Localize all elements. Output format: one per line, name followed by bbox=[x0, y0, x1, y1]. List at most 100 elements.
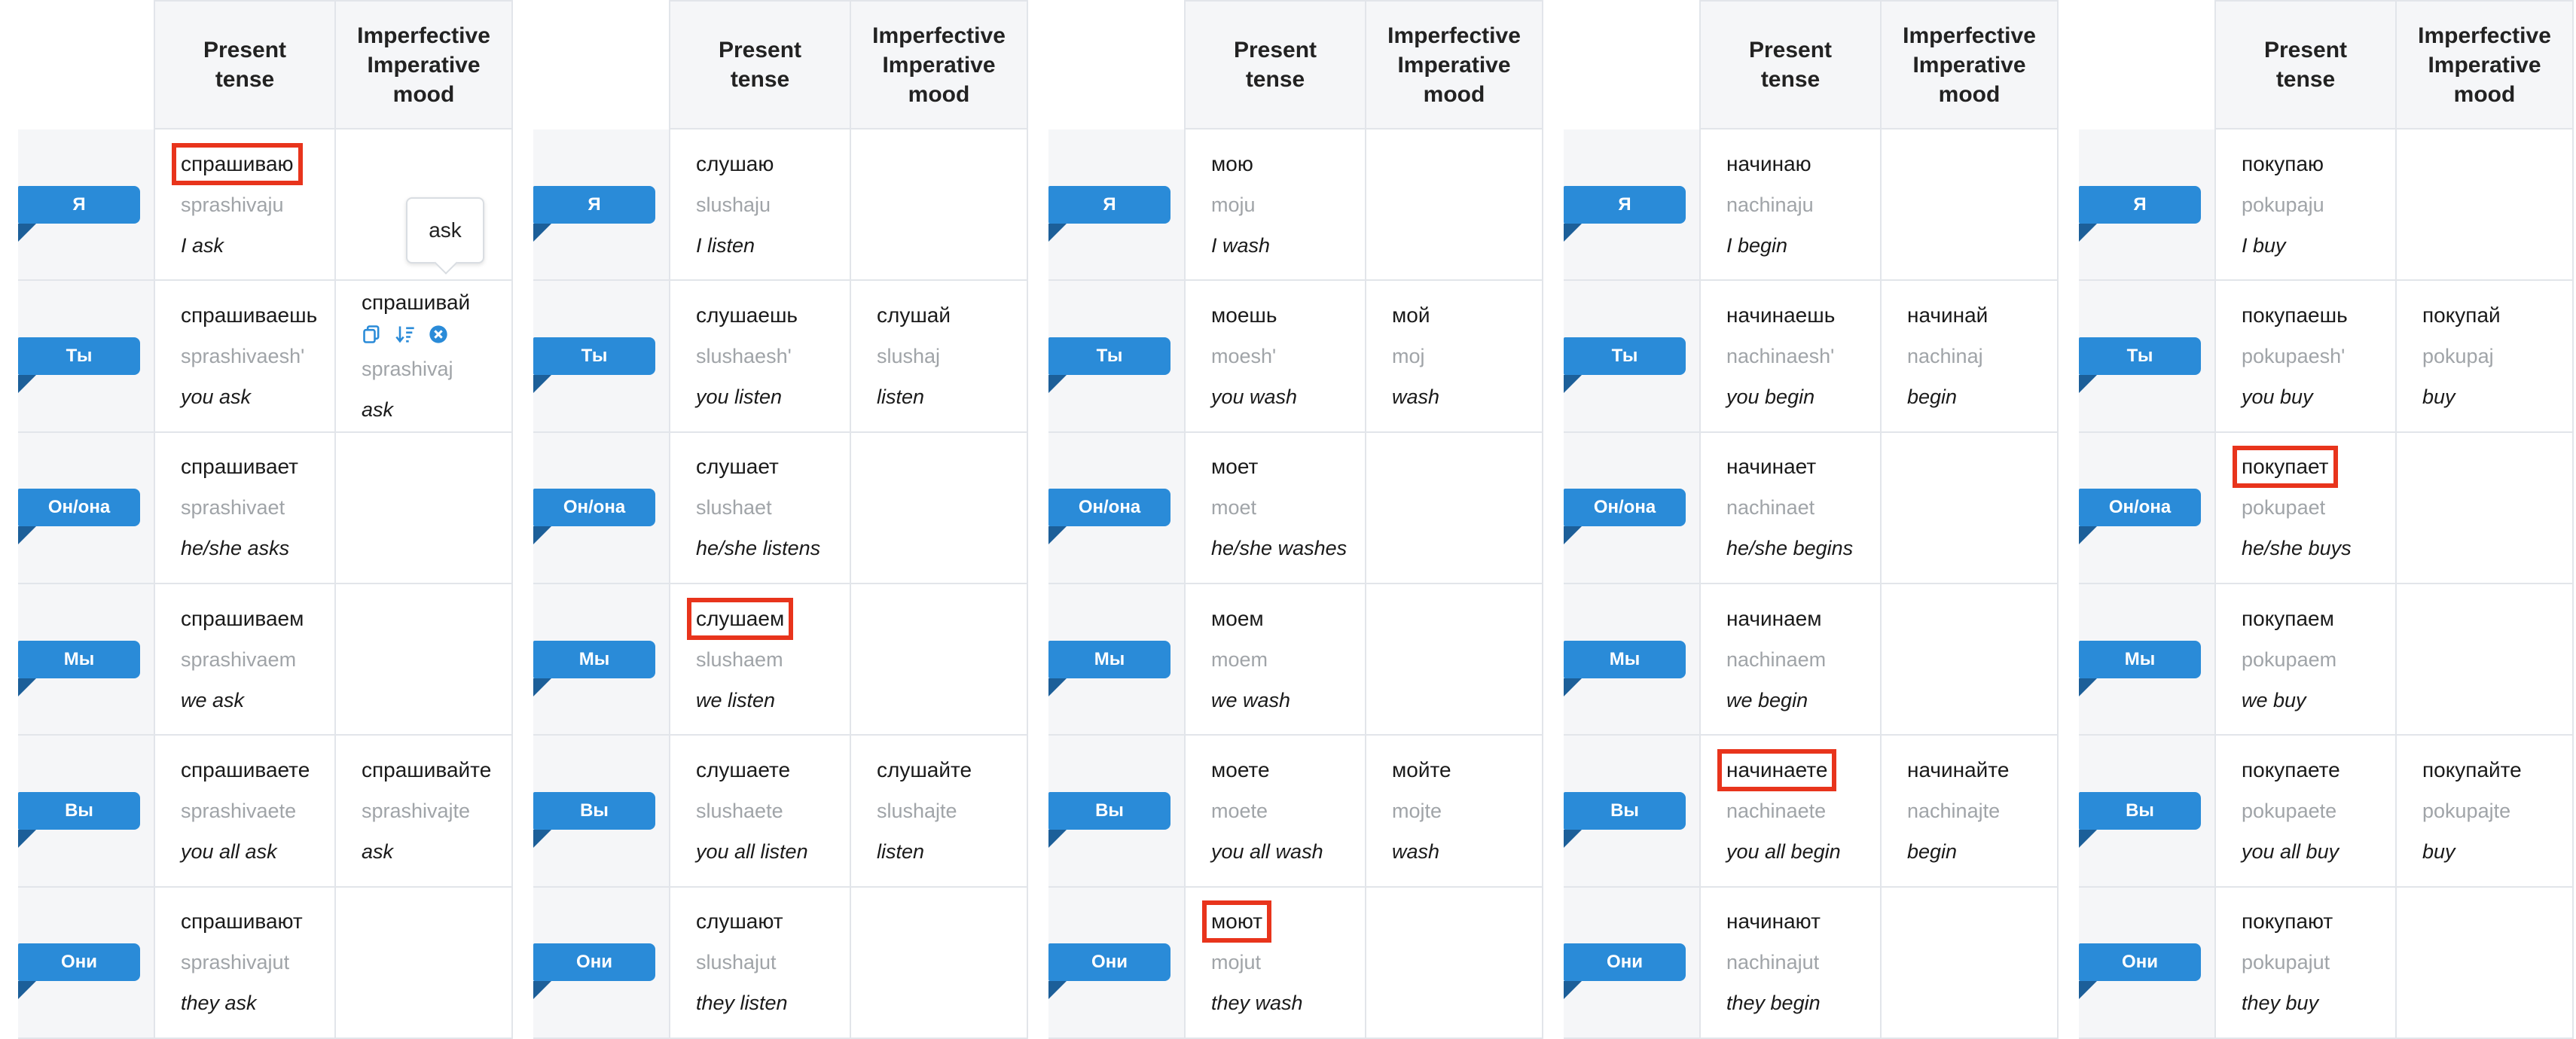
russian-form-text[interactable]: покупают bbox=[2242, 910, 2333, 933]
russian-form[interactable]: слушают bbox=[696, 910, 850, 934]
russian-form-text[interactable]: моете bbox=[1211, 758, 1270, 782]
russian-form-text[interactable]: спрашиваете bbox=[181, 758, 310, 782]
russian-form[interactable]: слушаю bbox=[696, 152, 850, 176]
russian-form-text[interactable]: спрашиваешь bbox=[181, 303, 317, 327]
russian-form-text[interactable]: слушают bbox=[696, 910, 783, 933]
copy-icon[interactable] bbox=[362, 324, 383, 345]
russian-form[interactable]: начинайте bbox=[1907, 758, 2057, 782]
russian-form[interactable]: начинай bbox=[1907, 303, 2057, 328]
russian-form[interactable]: слушайте bbox=[877, 758, 1027, 782]
pronoun-badge[interactable]: Они bbox=[1048, 943, 1170, 982]
russian-form-text[interactable]: слушает bbox=[696, 455, 779, 478]
pronoun-badge[interactable]: Они bbox=[18, 943, 140, 982]
russian-form-text[interactable]: слушайте bbox=[877, 758, 972, 782]
russian-form-text[interactable]: начинайте bbox=[1907, 758, 2009, 782]
pronoun-badge[interactable]: Вы bbox=[1564, 791, 1686, 830]
russian-form[interactable]: спрашивай bbox=[362, 291, 511, 315]
russian-form[interactable]: покупают bbox=[2242, 910, 2395, 934]
russian-form[interactable]: покупайте bbox=[2422, 758, 2572, 782]
russian-form[interactable]: моем bbox=[1211, 607, 1365, 631]
russian-form[interactable]: спрашиваем bbox=[181, 607, 334, 631]
russian-form-text[interactable]: покупаем bbox=[2242, 607, 2334, 630]
pronoun-badge[interactable]: Он/она bbox=[1048, 489, 1170, 527]
russian-form[interactable]: покупай bbox=[2422, 303, 2572, 328]
pronoun-badge[interactable]: Я bbox=[18, 185, 140, 224]
russian-form-text[interactable]: покупаю bbox=[2242, 152, 2324, 175]
sort-icon[interactable] bbox=[395, 324, 416, 345]
russian-form-text[interactable]: покупаешь bbox=[2242, 303, 2348, 327]
russian-form-text[interactable]: покупает bbox=[2233, 446, 2338, 489]
russian-form-text[interactable]: покупай bbox=[2422, 303, 2501, 327]
pronoun-badge[interactable]: Мы bbox=[1564, 640, 1686, 678]
pronoun-badge[interactable]: Ты bbox=[2079, 337, 2201, 375]
pronoun-badge[interactable]: Он/она bbox=[1564, 489, 1686, 527]
russian-form-text[interactable]: мой bbox=[1392, 303, 1430, 327]
russian-form[interactable]: слушай bbox=[877, 303, 1027, 328]
russian-form[interactable]: покупаете bbox=[2242, 758, 2395, 782]
russian-form-text[interactable]: моют bbox=[1201, 900, 1272, 943]
russian-form-text[interactable]: моем bbox=[1211, 607, 1264, 630]
russian-form-text[interactable]: начинаем bbox=[1726, 607, 1822, 630]
pronoun-badge[interactable]: Он/она bbox=[18, 489, 140, 527]
russian-form-text[interactable]: спрашивает bbox=[181, 455, 298, 478]
pronoun-badge[interactable]: Ты bbox=[18, 337, 140, 375]
pronoun-badge[interactable]: Мы bbox=[1048, 640, 1170, 678]
pronoun-badge[interactable]: Они bbox=[1564, 943, 1686, 982]
russian-form-text[interactable]: начинаю bbox=[1726, 152, 1811, 175]
russian-form[interactable]: моете bbox=[1211, 758, 1365, 782]
russian-form-text[interactable]: моет bbox=[1211, 455, 1258, 478]
russian-form-text[interactable]: начинаете bbox=[1717, 748, 1837, 791]
pronoun-badge[interactable]: Вы bbox=[1048, 791, 1170, 830]
pronoun-badge[interactable]: Я bbox=[2079, 185, 2201, 224]
russian-form-text[interactable]: покупаете bbox=[2242, 758, 2340, 782]
russian-form-text[interactable]: покупайте bbox=[2422, 758, 2522, 782]
russian-form[interactable]: спрашивайте bbox=[362, 758, 511, 782]
russian-form[interactable]: слушает bbox=[696, 455, 850, 479]
russian-form-text[interactable]: слушаете bbox=[696, 758, 790, 782]
pronoun-badge[interactable]: Он/она bbox=[2079, 489, 2201, 527]
russian-form[interactable]: мой bbox=[1392, 303, 1542, 328]
russian-form[interactable]: начинаю bbox=[1726, 152, 1880, 176]
russian-form[interactable]: покупаю bbox=[2242, 152, 2395, 176]
russian-form[interactable]: спрашивают bbox=[181, 910, 334, 934]
pronoun-badge[interactable]: Он/она bbox=[533, 489, 655, 527]
pronoun-badge[interactable]: Я bbox=[1564, 185, 1686, 224]
pronoun-badge[interactable]: Они bbox=[533, 943, 655, 982]
russian-form[interactable]: начинают bbox=[1726, 910, 1880, 934]
pronoun-badge[interactable]: Ты bbox=[1564, 337, 1686, 375]
russian-form-text[interactable]: начинаешь bbox=[1726, 303, 1835, 327]
russian-form[interactable]: начинаете bbox=[1717, 748, 1880, 791]
pronoun-badge[interactable]: Я bbox=[1048, 185, 1170, 224]
russian-form[interactable]: начинает bbox=[1726, 455, 1880, 479]
russian-form[interactable]: слушаем bbox=[686, 597, 850, 640]
russian-form-text[interactable]: спрашиваем bbox=[181, 607, 304, 630]
russian-form-text[interactable]: спрашивают bbox=[181, 910, 303, 933]
russian-form-text[interactable]: моешь bbox=[1211, 303, 1277, 327]
russian-form[interactable]: спрашиваю bbox=[172, 142, 334, 185]
russian-form[interactable]: спрашиваете bbox=[181, 758, 334, 782]
russian-form[interactable]: покупает bbox=[2233, 446, 2395, 489]
russian-form[interactable]: мою bbox=[1211, 152, 1365, 176]
russian-form[interactable]: спрашивает bbox=[181, 455, 334, 479]
russian-form[interactable]: начинаешь bbox=[1726, 303, 1880, 328]
russian-form[interactable]: моешь bbox=[1211, 303, 1365, 328]
pronoun-badge[interactable]: Ты bbox=[1048, 337, 1170, 375]
pronoun-badge[interactable]: Мы bbox=[2079, 640, 2201, 678]
russian-form[interactable]: моют bbox=[1201, 900, 1365, 943]
russian-form-text[interactable]: мою bbox=[1211, 152, 1253, 175]
pronoun-badge[interactable]: Вы bbox=[18, 791, 140, 830]
russian-form-text[interactable]: начинай bbox=[1907, 303, 1988, 327]
russian-form[interactable]: слушаете bbox=[696, 758, 850, 782]
close-circle-icon[interactable] bbox=[428, 324, 449, 345]
russian-form-text[interactable]: спрашиваю bbox=[172, 142, 303, 185]
russian-form-text[interactable]: слушай bbox=[877, 303, 951, 327]
russian-form[interactable]: моет bbox=[1211, 455, 1365, 479]
russian-form-text[interactable]: слушаем bbox=[686, 597, 794, 640]
pronoun-badge[interactable]: Я bbox=[533, 185, 655, 224]
russian-form[interactable]: мойте bbox=[1392, 758, 1542, 782]
russian-form-text[interactable]: слушаешь bbox=[696, 303, 798, 327]
russian-form-text[interactable]: мойте bbox=[1392, 758, 1451, 782]
pronoun-badge[interactable]: Вы bbox=[533, 791, 655, 830]
russian-form[interactable]: покупаешь bbox=[2242, 303, 2395, 328]
russian-form[interactable]: покупаем bbox=[2242, 607, 2395, 631]
